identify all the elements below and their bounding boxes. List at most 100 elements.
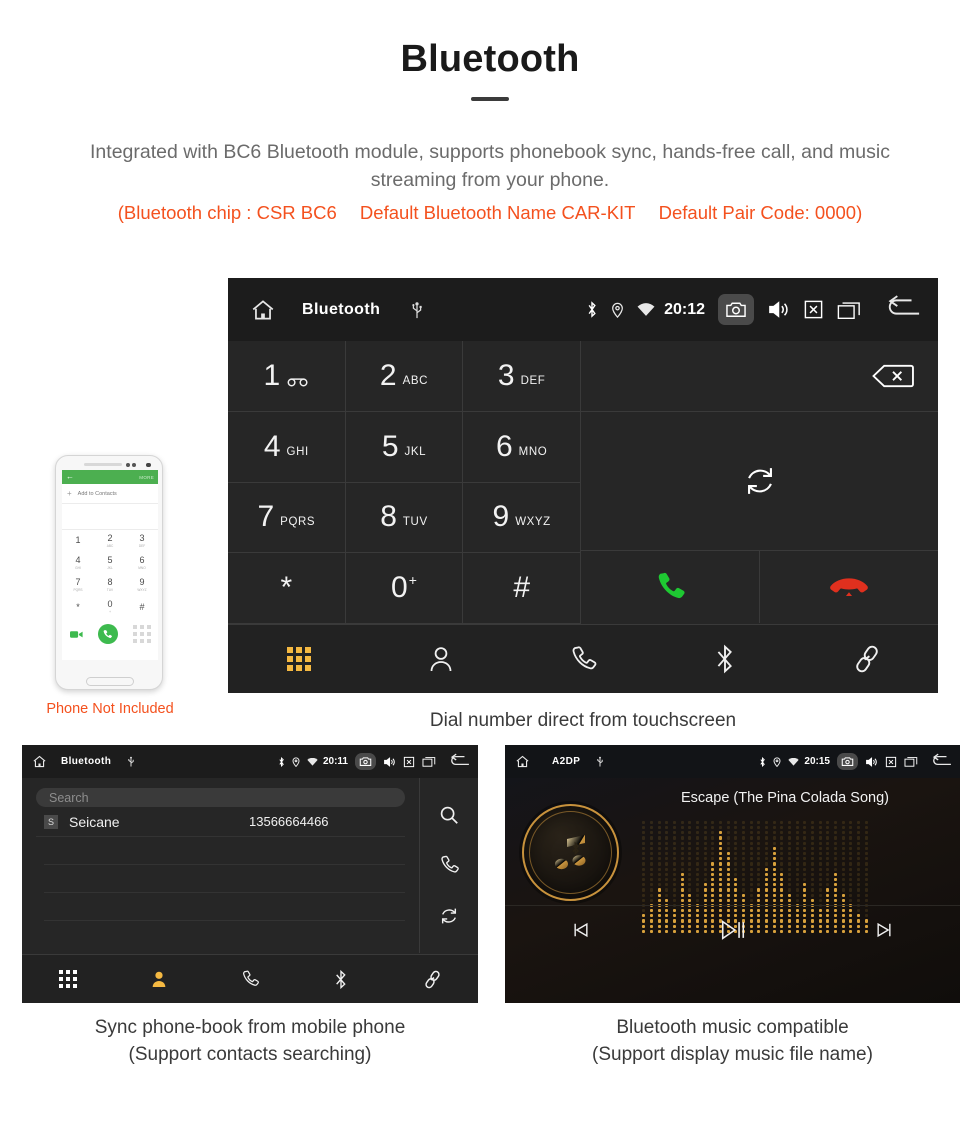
dial-key-1[interactable]: 1 xyxy=(228,341,346,412)
music-caption-line1: Bluetooth music compatible xyxy=(616,1017,849,1038)
phone-key-9-letters: WXYZ xyxy=(137,588,147,592)
sync-contacts-button[interactable] xyxy=(581,412,938,551)
nav-call-log[interactable] xyxy=(204,969,295,989)
volume-icon[interactable] xyxy=(865,756,878,768)
home-icon[interactable] xyxy=(515,754,530,769)
nav-bluetooth[interactable] xyxy=(654,643,796,675)
dialpad-grid: 1 2 ABC 3 DEF 4 GHI 5 JKL 6 MNO 7 PQRS 8… xyxy=(228,341,581,624)
close-box-icon[interactable] xyxy=(885,756,897,768)
dial-key-8-number: 8 xyxy=(380,500,397,534)
nav-contacts[interactable] xyxy=(113,969,204,989)
nav-link[interactable] xyxy=(387,969,478,990)
hangup-icon xyxy=(829,574,869,600)
nav-call-log[interactable] xyxy=(512,644,654,674)
contact-name: Seicane xyxy=(69,813,120,830)
dial-key-9[interactable]: 9 WXYZ xyxy=(463,482,581,554)
recents-icon[interactable] xyxy=(422,756,436,767)
search-placeholder: Search xyxy=(49,790,89,805)
dialpad-icon xyxy=(287,647,311,671)
camera-icon[interactable] xyxy=(355,753,376,770)
volume-icon[interactable] xyxy=(383,756,396,768)
dialer-caption: Dial number direct from touchscreen xyxy=(429,710,737,731)
dial-key-3[interactable]: 3 DEF xyxy=(463,341,581,412)
dial-key-5[interactable]: 5 JKL xyxy=(345,411,464,483)
dial-key-2[interactable]: 2 ABC xyxy=(345,341,464,412)
search-icon[interactable] xyxy=(438,804,460,826)
phone-key-0[interactable]: 0 + xyxy=(94,596,126,618)
phone-key-1[interactable]: 1 xyxy=(62,530,94,552)
play-pause-icon xyxy=(719,918,747,942)
spec-pair-code: Default Pair Code: 0000) xyxy=(658,202,863,223)
dialer-bottom-nav xyxy=(228,624,938,693)
phone-key-4-letters: GHI xyxy=(75,566,81,570)
backspace-icon[interactable] xyxy=(870,363,916,389)
dial-key-4[interactable]: 4 GHI xyxy=(228,411,346,483)
previous-button[interactable] xyxy=(505,920,657,940)
contact-row[interactable]: S Seicane 13566664466 xyxy=(36,807,405,837)
keypad-icon[interactable] xyxy=(132,625,151,643)
home-icon[interactable] xyxy=(32,754,47,769)
call-icon xyxy=(652,569,688,605)
nav-bluetooth[interactable] xyxy=(296,969,387,990)
phone-key-8[interactable]: 8 TUV xyxy=(94,574,126,596)
camera-icon[interactable] xyxy=(718,294,754,325)
close-box-icon[interactable] xyxy=(803,299,824,320)
call-button[interactable] xyxy=(581,551,760,623)
location-icon xyxy=(773,756,781,767)
nav-dialpad[interactable] xyxy=(228,647,370,671)
phone-not-included-caption: Phone Not Included xyxy=(46,701,174,717)
phone-key-hash[interactable]: # xyxy=(126,596,158,618)
video-call-icon[interactable] xyxy=(69,630,83,639)
phone-key-3[interactable]: 3 DEF xyxy=(126,530,158,552)
phone-key-star[interactable]: * xyxy=(62,596,94,618)
close-box-icon[interactable] xyxy=(403,756,415,768)
phone-key-9[interactable]: 9 WXYZ xyxy=(126,574,158,596)
phone-more-label[interactable]: MORE xyxy=(139,475,154,480)
dial-key-hash[interactable]: # xyxy=(463,553,581,624)
phone-icon[interactable] xyxy=(438,854,460,876)
camera-icon[interactable] xyxy=(837,753,858,770)
phone-call-button[interactable] xyxy=(97,624,118,644)
nav-dialpad[interactable] xyxy=(22,970,113,988)
phone-key-7[interactable]: 7 PQRS xyxy=(62,574,94,596)
music-title: A2DP xyxy=(552,756,581,767)
recents-icon[interactable] xyxy=(904,756,918,767)
phone-key-6[interactable]: 6 MNO xyxy=(126,552,158,574)
play-pause-button[interactable] xyxy=(657,918,809,942)
dial-key-7-letters: PQRS xyxy=(280,516,316,529)
volume-icon[interactable] xyxy=(767,299,790,320)
nav-contacts[interactable] xyxy=(370,644,512,674)
hangup-button[interactable] xyxy=(760,551,938,623)
recents-icon[interactable] xyxy=(837,300,861,320)
phone-speaker xyxy=(84,463,122,466)
phonebook-status-bar: Bluetooth 20:11 xyxy=(22,745,478,778)
nav-link[interactable] xyxy=(796,643,938,675)
home-icon[interactable] xyxy=(250,297,276,323)
back-icon[interactable] xyxy=(885,294,921,320)
bluetooth-icon xyxy=(278,756,285,767)
phone-key-2[interactable]: 2 ABC xyxy=(94,530,126,552)
phonebook-side-rail xyxy=(419,778,478,953)
number-input-field[interactable] xyxy=(581,341,938,412)
back-icon[interactable] xyxy=(931,753,952,768)
dial-key-0-number: 0 xyxy=(391,571,408,605)
dial-key-8[interactable]: 8 TUV xyxy=(345,482,464,554)
next-button[interactable] xyxy=(808,920,960,940)
contact-avatar: S xyxy=(44,814,58,829)
search-input[interactable]: Search xyxy=(36,788,405,807)
sync-icon[interactable] xyxy=(438,905,460,927)
wifi-icon xyxy=(307,757,318,766)
back-icon[interactable] xyxy=(449,753,470,768)
phone-add-contact-row[interactable]: + Add to Contacts xyxy=(62,484,158,504)
dial-key-0[interactable]: 0 + xyxy=(345,553,464,624)
dial-key-8-letters: TUV xyxy=(402,516,428,529)
dial-key-6[interactable]: 6 MNO xyxy=(463,411,581,483)
dial-key-star[interactable]: * xyxy=(228,553,346,624)
phone-key-4[interactable]: 4 GHI xyxy=(62,552,94,574)
music-screenshot: A2DP 20:15 Escape (The Pina Colada Song) xyxy=(505,745,960,1003)
phone-key-5[interactable]: 5 JKL xyxy=(94,552,126,574)
dial-key-7[interactable]: 7 PQRS xyxy=(228,482,346,554)
phonebook-status-icons: 20:11 xyxy=(271,753,436,770)
dial-key-9-number: 9 xyxy=(492,500,510,534)
back-arrow-icon[interactable]: ← xyxy=(66,473,74,481)
